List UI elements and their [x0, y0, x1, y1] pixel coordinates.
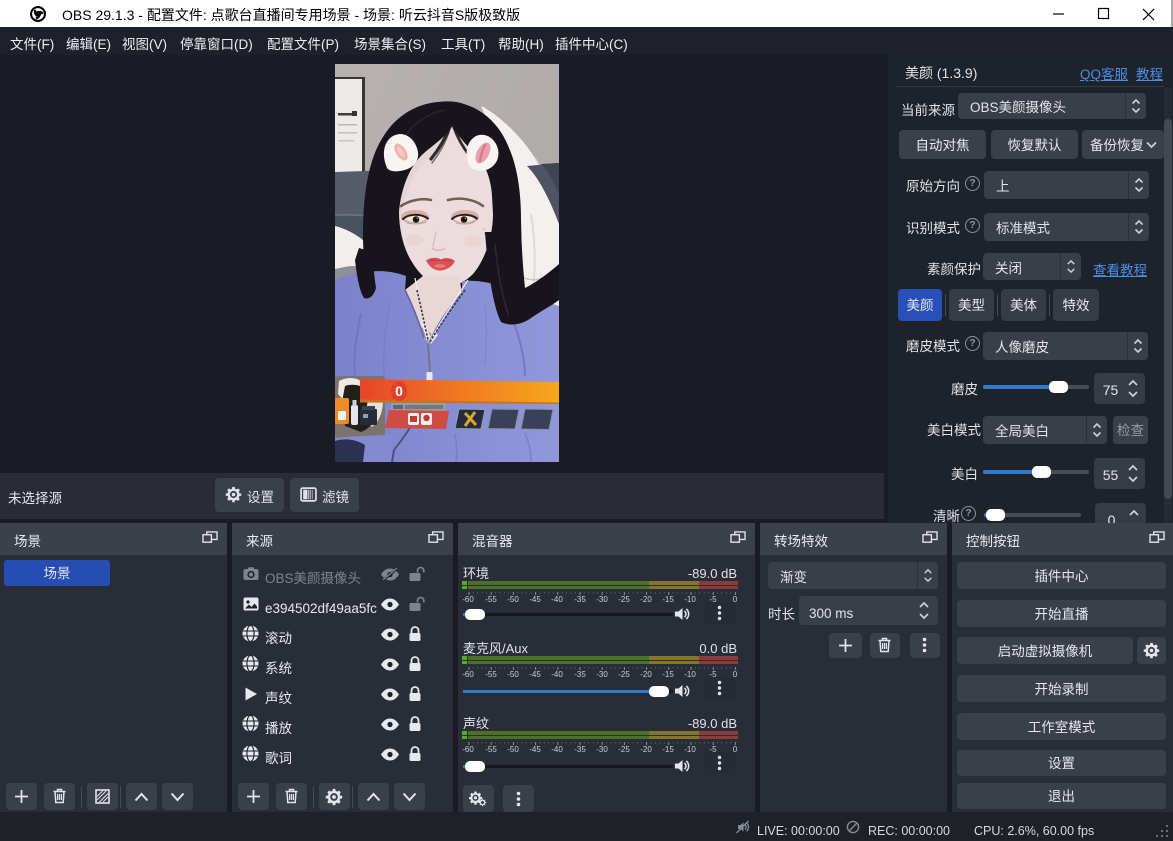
svg-text:0: 0 — [395, 381, 403, 401]
